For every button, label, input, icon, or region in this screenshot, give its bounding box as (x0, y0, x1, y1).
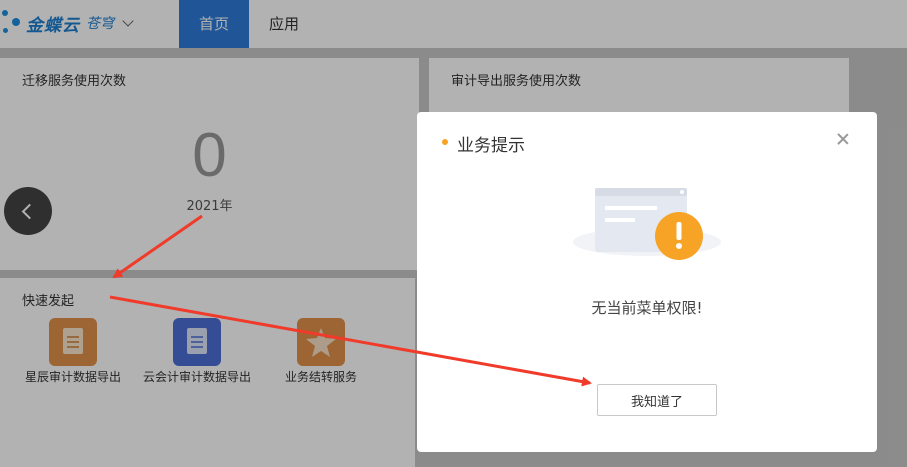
annotation-arrows (109, 214, 592, 387)
annotation-arrow-to-quick-start (112, 214, 203, 279)
annotation-arrow-to-confirm (109, 295, 592, 387)
